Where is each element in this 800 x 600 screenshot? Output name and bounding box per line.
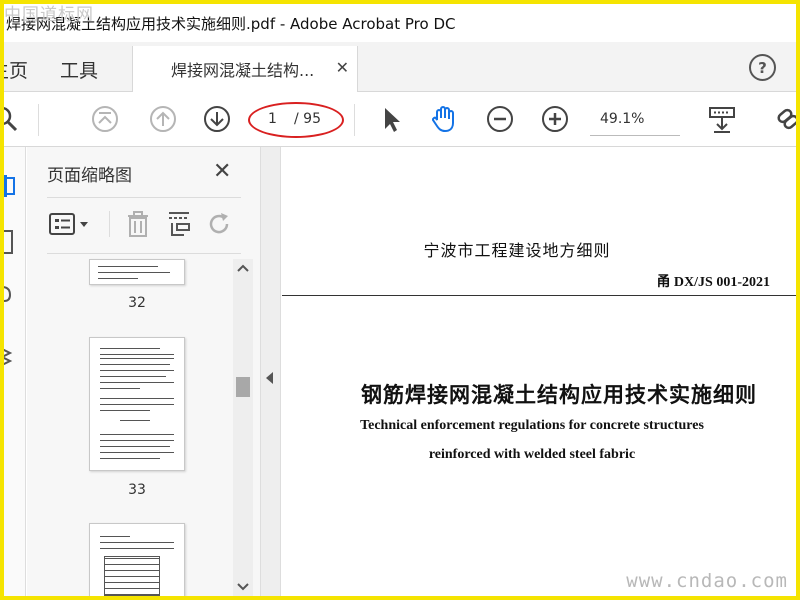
thumbnail-page-number: 33 bbox=[128, 482, 146, 498]
tab-tools[interactable]: 工具 bbox=[60, 56, 98, 83]
page-thumbnail-34[interactable] bbox=[89, 523, 185, 596]
delete-page-icon[interactable] bbox=[123, 209, 153, 239]
layers-icon[interactable] bbox=[4, 345, 18, 367]
scrollbar-thumb[interactable] bbox=[236, 377, 250, 397]
scroll-mode-icon[interactable] bbox=[707, 104, 737, 134]
english-title-line-2: reinforced with welded steel fabric bbox=[428, 447, 636, 462]
toolbar-separator bbox=[109, 211, 110, 237]
tab-document[interactable]: 焊接网混凝土结构... ✕ bbox=[132, 46, 358, 92]
close-panel-icon[interactable]: ✕ bbox=[213, 159, 231, 184]
bottom-watermark: www.cndao.com bbox=[626, 570, 788, 592]
title-bar: 焊接网混凝土结构应用技术实施细则.pdf - Adobe Acrobat Pro… bbox=[4, 4, 796, 42]
tab-bar: 主页 工具 焊接网混凝土结构... ✕ ? bbox=[4, 42, 796, 92]
rotate-page-icon[interactable] bbox=[205, 209, 235, 239]
thumbnail-options-icon[interactable] bbox=[47, 209, 91, 239]
select-pointer-icon[interactable] bbox=[376, 104, 406, 134]
document-tab-label: 焊接网混凝土结构... bbox=[171, 61, 315, 80]
attachments-icon[interactable] bbox=[4, 283, 18, 305]
panel-toolbar bbox=[47, 207, 247, 243]
left-navigation-strip bbox=[4, 147, 26, 596]
panel-title: 页面缩略图 bbox=[47, 166, 132, 186]
tab-home[interactable]: 主页 bbox=[4, 56, 28, 83]
document-view: 宁波市工程建设地方细则 甬 DX/JS 001-2021 钢筋焊接网混凝土结构应… bbox=[282, 147, 796, 596]
zoom-level-select[interactable]: 49.1% bbox=[590, 104, 680, 136]
page-thumbnail-33[interactable] bbox=[89, 337, 185, 471]
panel-divider bbox=[47, 197, 241, 198]
document-code: 甬 DX/JS 001-2021 bbox=[656, 275, 770, 290]
close-tab-icon[interactable]: ✕ bbox=[336, 58, 349, 77]
hand-tool-icon[interactable] bbox=[429, 104, 459, 134]
document-heading: 宁波市工程建设地方细则 bbox=[423, 241, 611, 260]
thumbnail-table bbox=[104, 556, 160, 596]
app-window: 焊接网混凝土结构应用技术实施细则.pdf - Adobe Acrobat Pro… bbox=[4, 4, 796, 596]
english-title-line-1: Technical enforcement regulations for co… bbox=[360, 418, 704, 433]
page-thumbnail-32[interactable] bbox=[89, 259, 185, 285]
toolbar-separator bbox=[38, 104, 39, 136]
thumbnail-page-number: 32 bbox=[128, 295, 146, 311]
scroll-down-icon[interactable] bbox=[237, 582, 249, 592]
toolbar-separator bbox=[354, 104, 355, 136]
link-icon[interactable] bbox=[772, 104, 796, 134]
search-icon[interactable] bbox=[4, 104, 20, 134]
document-title: 钢筋焊接网混凝土结构应用技术实施细则 bbox=[361, 382, 757, 407]
help-button[interactable]: ? bbox=[749, 54, 776, 81]
window-title: 焊接网混凝土结构应用技术实施细则.pdf - Adobe Acrobat Pro… bbox=[6, 14, 456, 33]
collapse-arrow-icon bbox=[266, 372, 273, 384]
heading-rule bbox=[282, 295, 796, 296]
first-page-icon[interactable] bbox=[90, 104, 120, 134]
highlight-oval bbox=[248, 102, 344, 138]
panel-divider bbox=[47, 253, 241, 254]
bookmarks-icon[interactable] bbox=[4, 229, 18, 255]
extract-page-icon[interactable] bbox=[164, 209, 194, 239]
zoom-in-icon[interactable] bbox=[540, 104, 570, 134]
thumbnail-scrollbar[interactable] bbox=[233, 259, 253, 596]
scroll-up-icon[interactable] bbox=[237, 263, 249, 273]
toolbar: 1 / 95 49.1% bbox=[4, 92, 796, 147]
panel-collapse-handle[interactable] bbox=[261, 147, 281, 596]
zoom-out-icon[interactable] bbox=[485, 104, 515, 134]
page-thumbnails-icon[interactable] bbox=[4, 175, 18, 197]
thumbnail-panel: 页面缩略图 ✕ 32 33 bbox=[27, 147, 261, 596]
previous-page-icon[interactable] bbox=[148, 104, 178, 134]
zoom-level-value: 49.1% bbox=[600, 111, 645, 127]
next-page-icon[interactable] bbox=[202, 104, 232, 134]
help-icon: ? bbox=[758, 58, 767, 77]
